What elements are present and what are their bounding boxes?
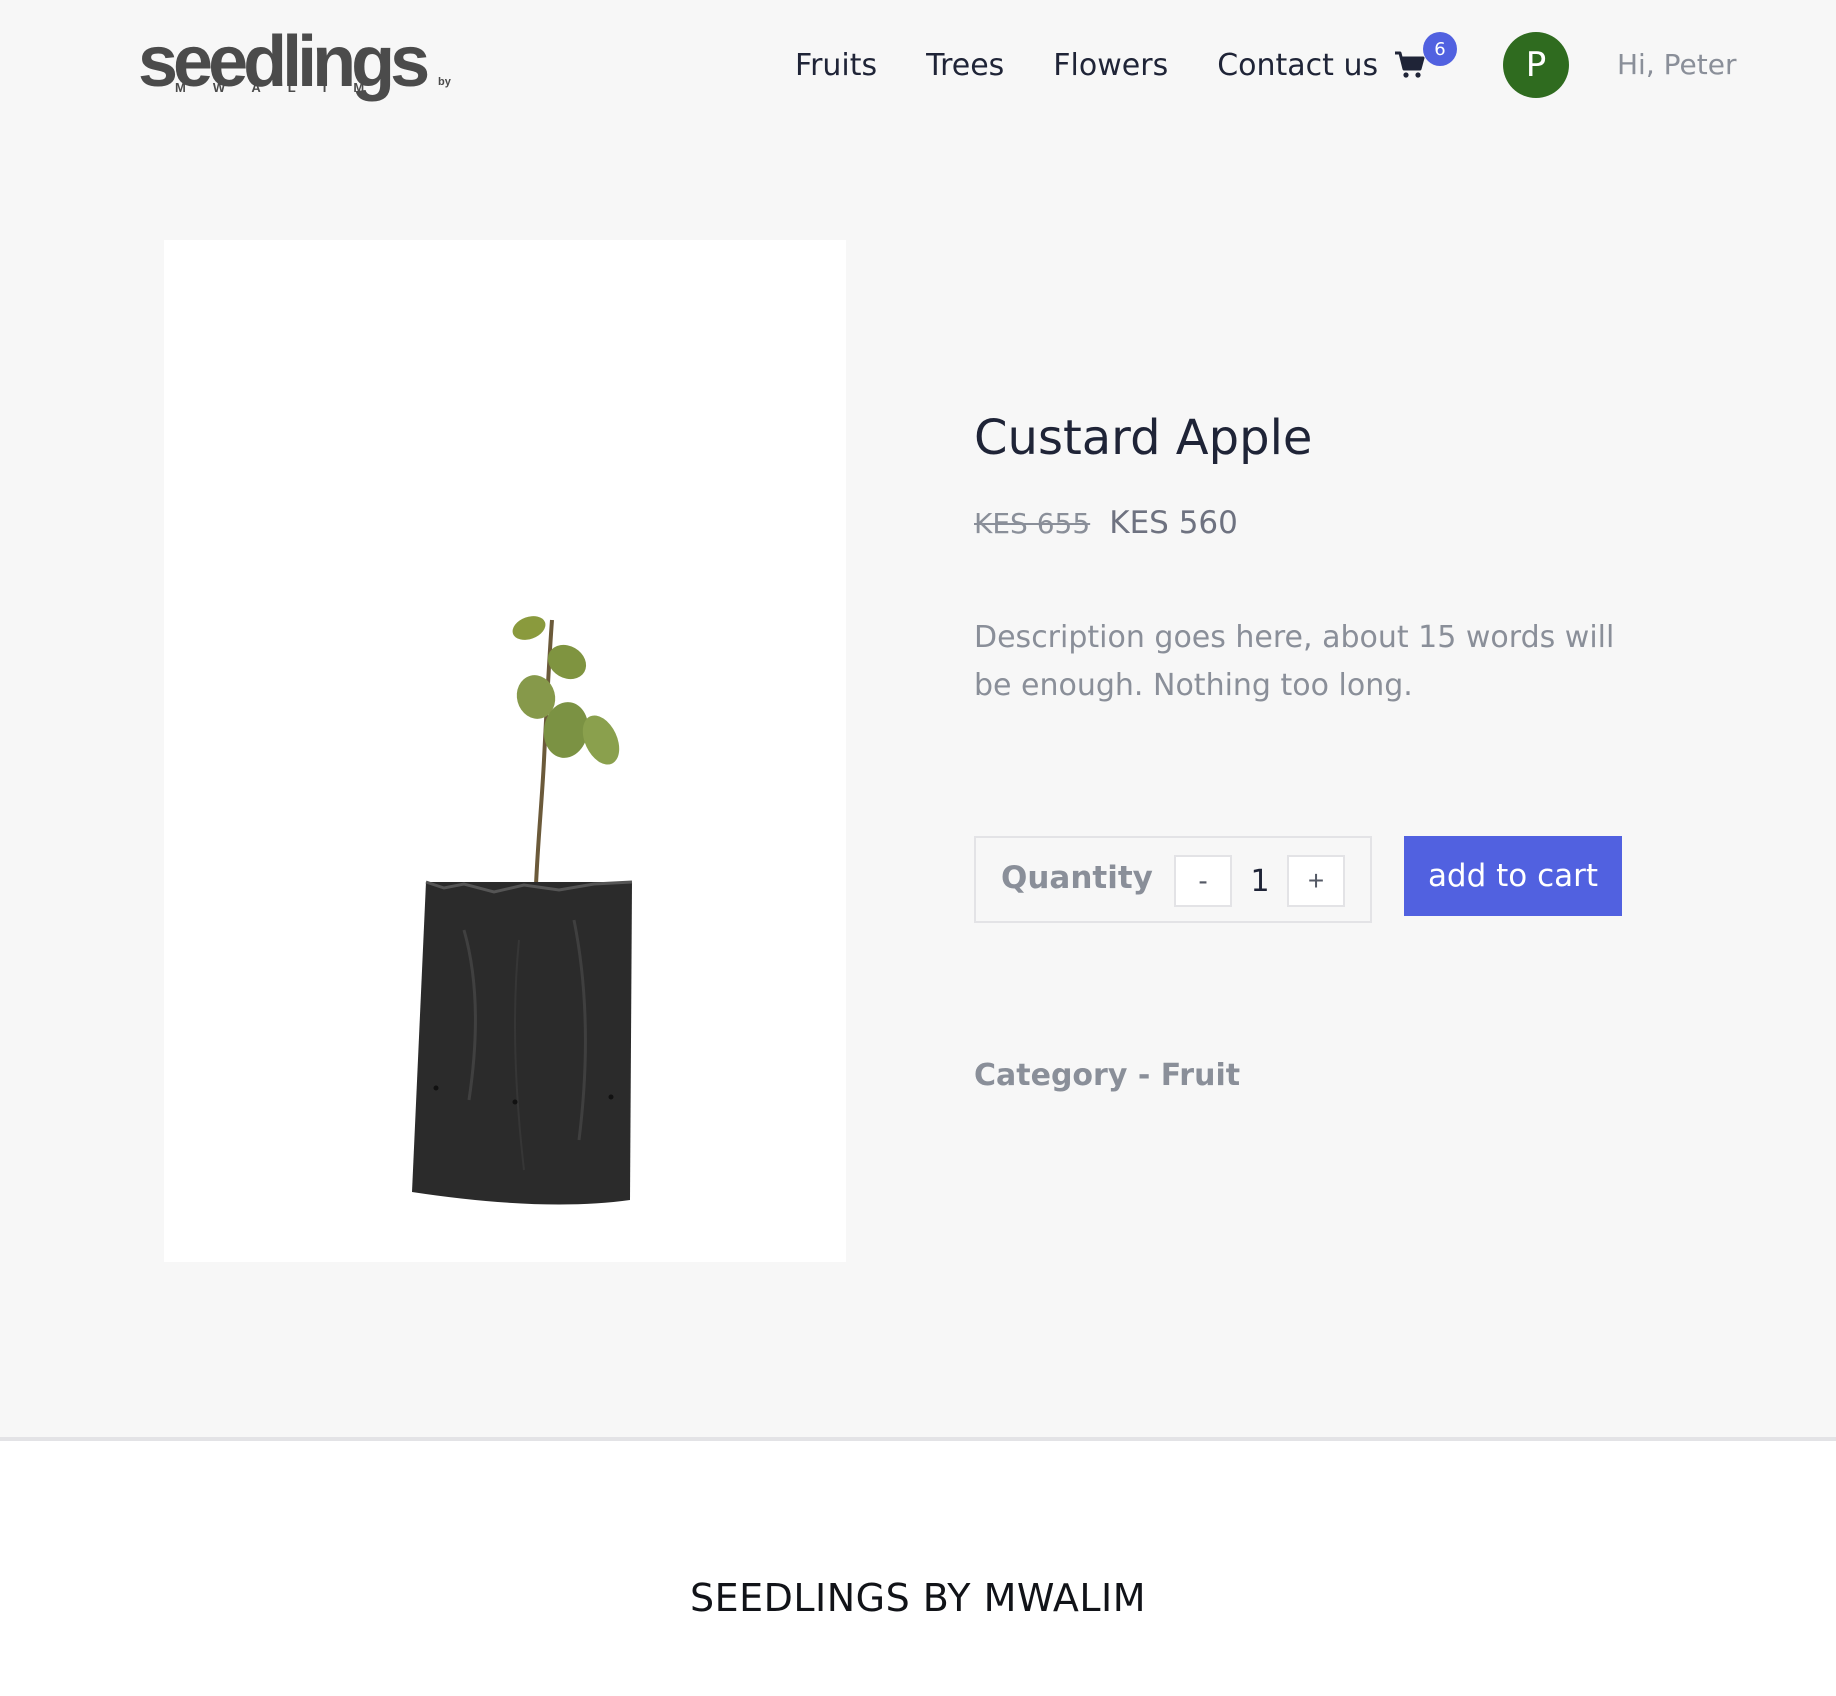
nav-item-contact-us[interactable]: Contact us xyxy=(1217,46,1378,86)
nav-item-fruits[interactable]: Fruits xyxy=(795,46,877,86)
site-header: seedlings by MWALIM Fruits Trees Flowers… xyxy=(0,0,1836,130)
nav-item-trees[interactable]: Trees xyxy=(926,46,1004,86)
nav-item-flowers[interactable]: Flowers xyxy=(1053,46,1168,86)
product-image xyxy=(164,240,846,1262)
quantity-label: Quantity xyxy=(1001,860,1153,896)
quantity-increase-button[interactable]: + xyxy=(1287,855,1345,907)
add-to-cart-button[interactable]: add to cart xyxy=(1404,836,1622,916)
quantity-value: 1 xyxy=(1250,863,1270,899)
main-nav: Fruits Trees Flowers Contact us xyxy=(795,46,1427,86)
logo-subtitle: MWALIM xyxy=(175,80,392,95)
product-description: Description goes here, about 15 words wi… xyxy=(974,620,1615,703)
quantity-decrease-button[interactable]: - xyxy=(1174,855,1232,907)
seedling-image xyxy=(164,240,846,1262)
footer-brand: SEEDLINGS BY MWALIM xyxy=(689,1576,1147,1620)
quantity-stepper: Quantity - 1 + xyxy=(974,836,1372,923)
price-block: KES 655 KES 560 xyxy=(974,505,1238,541)
user-avatar[interactable]: P xyxy=(1503,32,1569,98)
product-category: Category - Fruit xyxy=(974,1058,1241,1093)
shopping-cart-icon xyxy=(1395,51,1425,78)
product-title: Custard Apple xyxy=(974,410,1313,466)
site-logo[interactable]: seedlings by MWALIM xyxy=(138,24,483,100)
cart-count-badge: 6 xyxy=(1423,32,1457,66)
old-price: KES 655 xyxy=(974,507,1091,540)
user-greeting: Hi, Peter xyxy=(1617,48,1737,81)
site-footer: SEEDLINGS BY MWALIM xyxy=(0,1441,1836,1696)
current-price: KES 560 xyxy=(1109,505,1238,541)
cart-button[interactable]: 6 xyxy=(1394,32,1457,84)
